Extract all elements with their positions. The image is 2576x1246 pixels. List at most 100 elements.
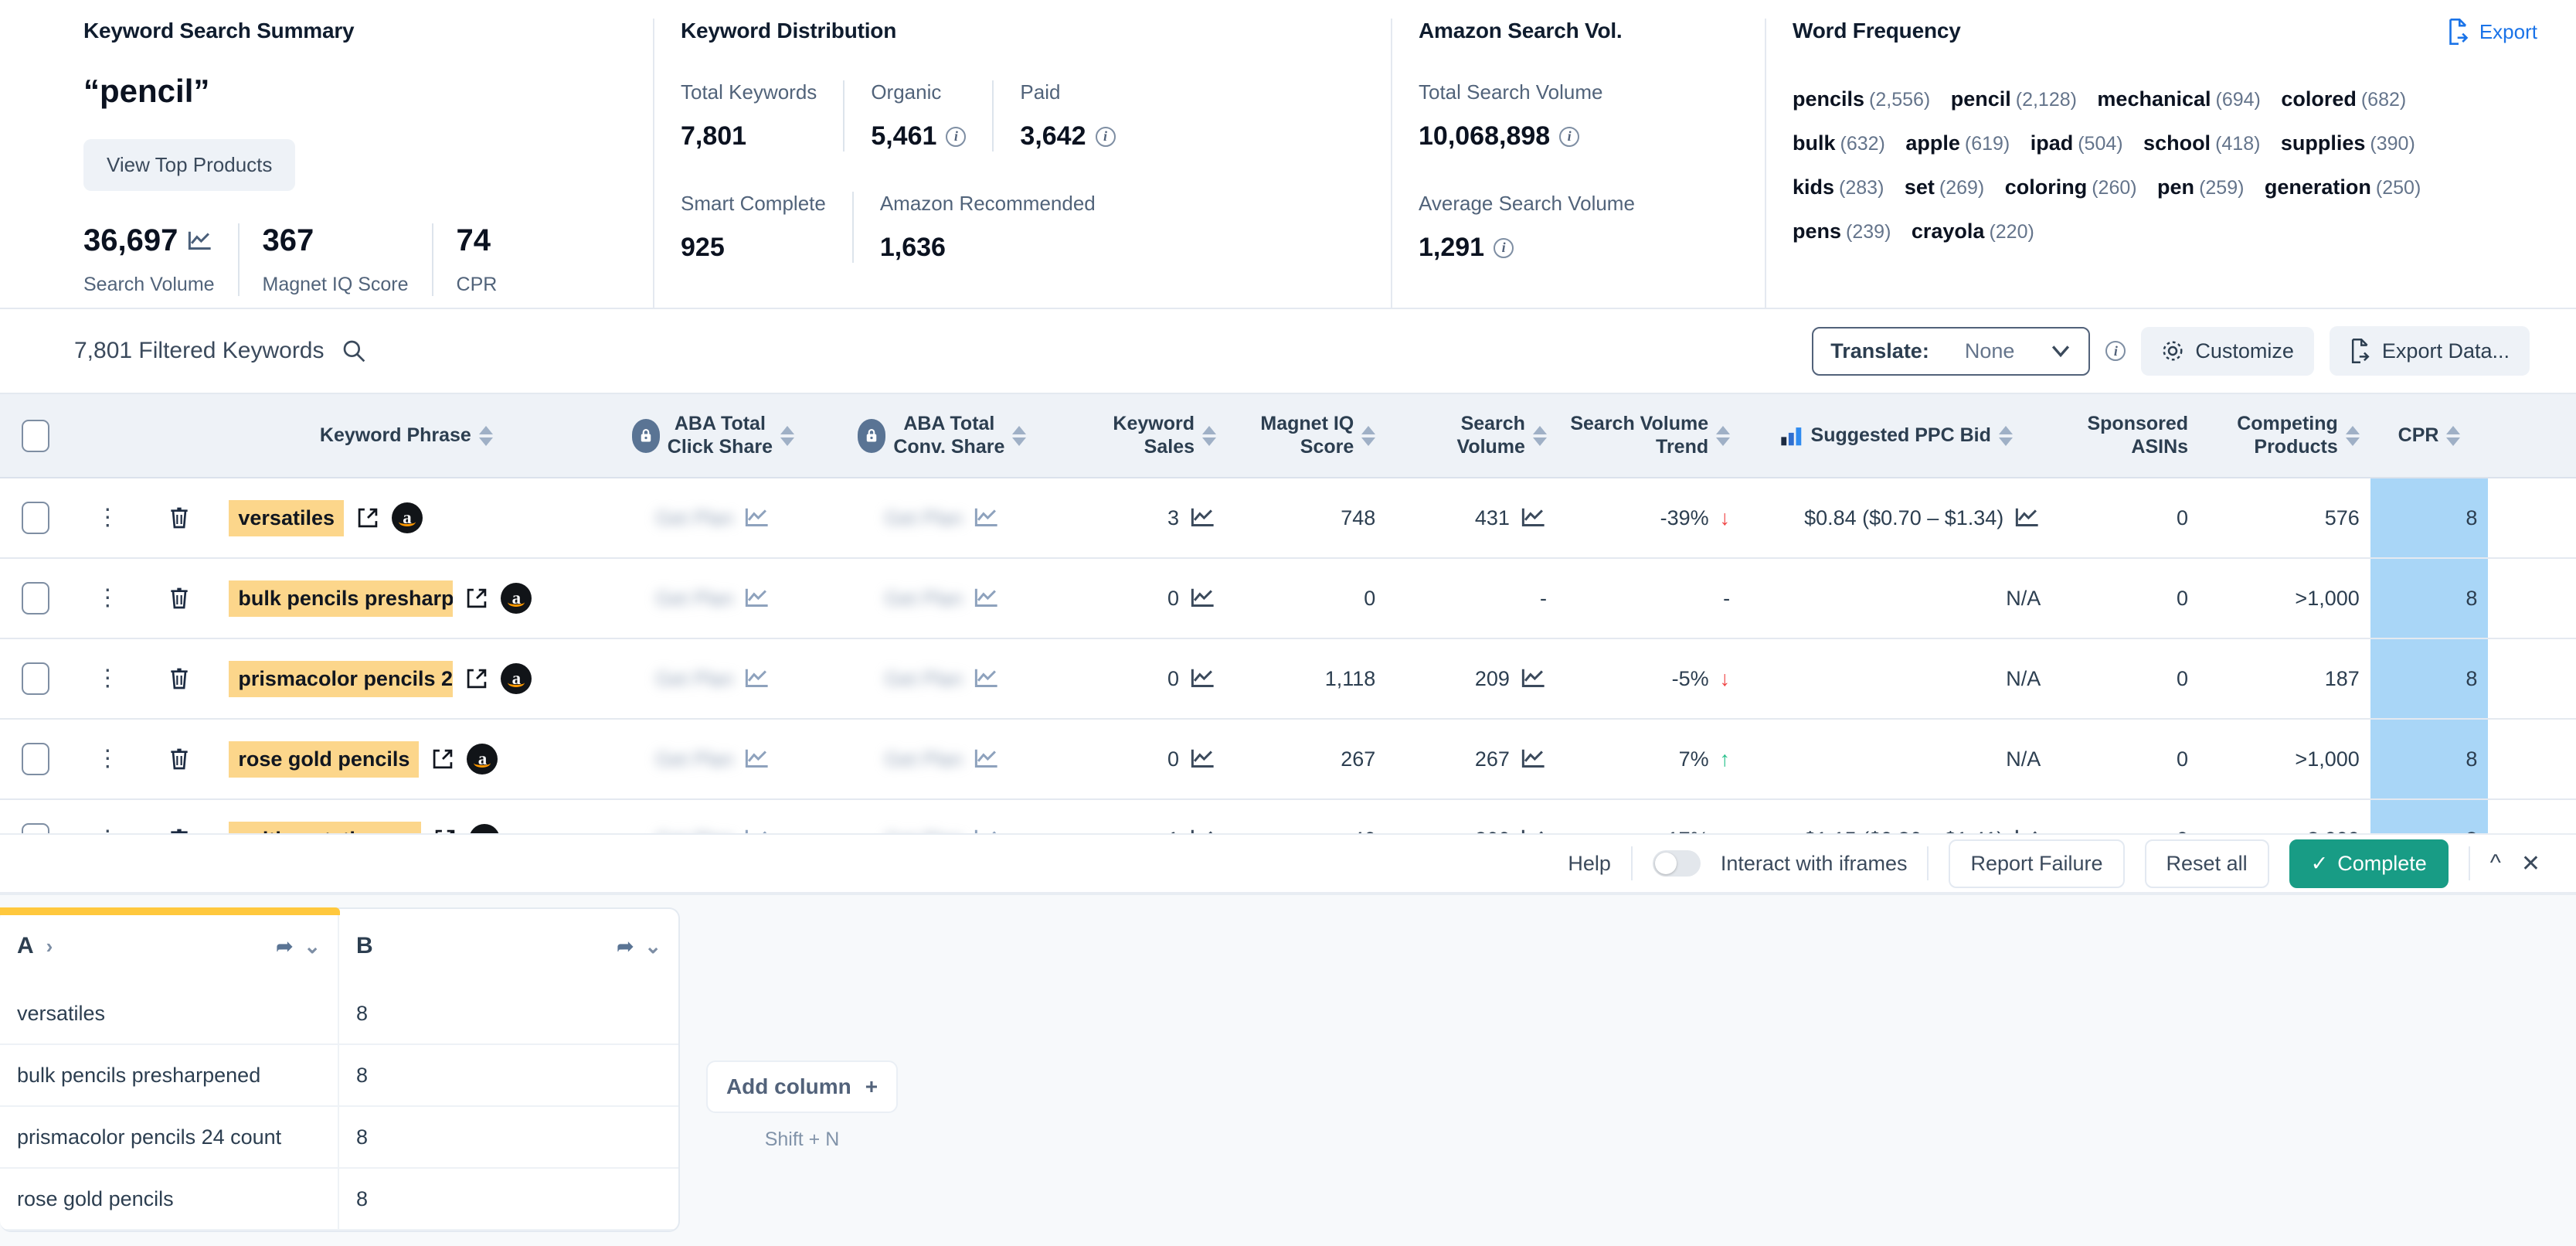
customize-button[interactable]: Customize bbox=[2141, 326, 2314, 376]
table-row[interactable]: ⋮ bulk pencils presharpened a Get Plan G… bbox=[0, 558, 2576, 639]
word-frequency-item[interactable]: pencil (2,128) bbox=[1951, 79, 2077, 123]
header-cpr[interactable]: CPR bbox=[2370, 394, 2489, 478]
keyword-chip[interactable]: prismacolor pencils 24 count bbox=[229, 660, 454, 697]
word-frequency-export-button[interactable]: Export bbox=[2447, 19, 2537, 45]
row-checkbox[interactable] bbox=[22, 582, 50, 614]
sparkline-icon[interactable] bbox=[974, 667, 1000, 690]
info-icon[interactable]: i bbox=[2105, 341, 2126, 361]
add-column-button[interactable]: Add column + bbox=[705, 1060, 899, 1113]
sort-icon[interactable] bbox=[780, 425, 794, 446]
spreadsheet-cell-a[interactable]: versatiles bbox=[0, 983, 339, 1045]
chevron-down-icon[interactable]: ⌄ bbox=[304, 934, 321, 958]
spreadsheet-column-a-header[interactable]: A › ➦ ⌄ bbox=[0, 909, 339, 983]
trash-icon[interactable] bbox=[168, 666, 191, 691]
word-frequency-item[interactable]: colored (682) bbox=[2281, 79, 2406, 123]
info-icon[interactable]: i bbox=[946, 126, 967, 147]
select-all-checkbox[interactable] bbox=[22, 419, 50, 452]
sort-icon[interactable] bbox=[1202, 425, 1217, 446]
amazon-icon[interactable]: a bbox=[501, 663, 532, 694]
header-search-volume[interactable]: Search Volume bbox=[1386, 394, 1558, 478]
sparkline-icon[interactable] bbox=[1521, 667, 1547, 690]
sort-icon[interactable] bbox=[1716, 425, 1731, 446]
cursor-icon[interactable]: ➦ bbox=[617, 934, 634, 958]
row-menu-icon[interactable]: ⋮ bbox=[90, 747, 124, 771]
sort-icon[interactable] bbox=[1361, 425, 1376, 446]
word-frequency-item[interactable]: set (269) bbox=[1905, 167, 1984, 211]
amazon-icon[interactable]: a bbox=[467, 744, 498, 774]
spreadsheet-cell-b[interactable]: 8 bbox=[339, 983, 678, 1045]
view-top-products-button[interactable]: View Top Products bbox=[83, 139, 296, 191]
table-row[interactable]: ⋮ versatiles a Get Plan Get Plan 3 748 4… bbox=[0, 478, 2576, 559]
sparkline-icon[interactable] bbox=[2014, 506, 2041, 529]
spreadsheet-cell-b[interactable]: 8 bbox=[339, 1045, 678, 1107]
row-checkbox[interactable] bbox=[22, 743, 50, 775]
sparkline-icon[interactable] bbox=[187, 230, 213, 253]
row-menu-icon[interactable]: ⋮ bbox=[90, 667, 124, 690]
complete-button[interactable]: ✓ Complete bbox=[2289, 839, 2449, 888]
sparkline-icon[interactable] bbox=[1190, 747, 1216, 771]
keyword-chip[interactable]: versatiles bbox=[229, 499, 344, 536]
translate-select[interactable]: Translate: None bbox=[1812, 326, 2091, 376]
help-link[interactable]: Help bbox=[1568, 852, 1611, 876]
open-external-icon[interactable] bbox=[356, 506, 379, 529]
header-magnet-iq-score[interactable]: Magnet IQ Score bbox=[1227, 394, 1387, 478]
row-menu-icon[interactable]: ⋮ bbox=[90, 587, 124, 610]
sparkline-icon[interactable] bbox=[1190, 667, 1216, 690]
sort-icon[interactable] bbox=[2446, 425, 2461, 446]
chevron-down-icon[interactable]: ⌄ bbox=[644, 934, 661, 958]
sort-icon[interactable] bbox=[1998, 425, 2013, 446]
sparkline-icon[interactable] bbox=[1521, 747, 1547, 771]
spreadsheet-column-b-header[interactable]: B ➦ ⌄ bbox=[339, 909, 678, 983]
table-row[interactable]: ⋮ prismacolor pencils 24 count a Get Pla… bbox=[0, 638, 2576, 720]
word-frequency-item[interactable]: mechanical (694) bbox=[2097, 79, 2260, 123]
sparkline-icon[interactable] bbox=[744, 747, 770, 771]
word-frequency-item[interactable]: pen (259) bbox=[2157, 167, 2244, 211]
word-frequency-item[interactable]: kids (283) bbox=[1793, 167, 1884, 211]
open-external-icon[interactable] bbox=[465, 667, 488, 690]
header-competing-products[interactable]: Competing Products bbox=[2199, 394, 2370, 478]
row-checkbox[interactable] bbox=[22, 662, 50, 695]
open-external-icon[interactable] bbox=[465, 587, 488, 610]
sparkline-icon[interactable] bbox=[744, 667, 770, 690]
reset-all-button[interactable]: Reset all bbox=[2144, 839, 2269, 888]
word-frequency-item[interactable]: generation (250) bbox=[2265, 167, 2421, 211]
header-aba-total-click-share[interactable]: ABA Total Click Share bbox=[597, 394, 829, 478]
sparkline-icon[interactable] bbox=[974, 747, 1000, 771]
amazon-icon[interactable]: a bbox=[501, 583, 532, 614]
spreadsheet-row[interactable]: rose gold pencils 8 bbox=[0, 1169, 678, 1231]
sort-icon[interactable] bbox=[2345, 425, 2360, 446]
spreadsheet-row[interactable]: prismacolor pencils 24 count 8 bbox=[0, 1107, 678, 1169]
word-frequency-item[interactable]: pens (239) bbox=[1793, 211, 1891, 255]
sparkline-icon[interactable] bbox=[974, 587, 1000, 610]
sparkline-icon[interactable] bbox=[1521, 506, 1547, 529]
word-frequency-item[interactable]: supplies (390) bbox=[2281, 123, 2415, 167]
word-frequency-item[interactable]: pencils (2,556) bbox=[1793, 79, 1930, 123]
trash-icon[interactable] bbox=[168, 586, 191, 611]
amazon-icon[interactable]: a bbox=[392, 502, 423, 533]
header-keyword-sales[interactable]: Keyword Sales bbox=[1055, 394, 1228, 478]
trash-icon[interactable] bbox=[168, 506, 191, 530]
word-frequency-item[interactable]: crayola (220) bbox=[1912, 211, 2034, 255]
interact-with-iframes-toggle[interactable] bbox=[1652, 850, 1701, 877]
spreadsheet-row[interactable]: bulk pencils presharpened 8 bbox=[0, 1045, 678, 1107]
info-icon[interactable]: i bbox=[1559, 126, 1580, 147]
header-aba-total-conv-share[interactable]: ABA Total Conv. Share bbox=[828, 394, 1056, 478]
sort-icon[interactable] bbox=[478, 425, 493, 446]
report-failure-button[interactable]: Report Failure bbox=[1949, 839, 2125, 888]
sort-icon[interactable] bbox=[1532, 425, 1547, 446]
header-suggested-ppc-bid[interactable]: Suggested PPC Bid bbox=[1741, 394, 2052, 478]
sort-icon[interactable] bbox=[1012, 425, 1027, 446]
sparkline-icon[interactable] bbox=[1190, 506, 1216, 529]
spreadsheet-cell-b[interactable]: 8 bbox=[339, 1107, 678, 1169]
close-icon[interactable]: ✕ bbox=[2521, 850, 2540, 877]
spreadsheet-cell-b[interactable]: 8 bbox=[339, 1169, 678, 1231]
open-external-icon[interactable] bbox=[431, 747, 454, 771]
spreadsheet-cell-a[interactable]: rose gold pencils bbox=[0, 1169, 339, 1231]
word-frequency-item[interactable]: ipad (504) bbox=[2031, 123, 2123, 167]
row-menu-icon[interactable]: ⋮ bbox=[90, 506, 124, 529]
sparkline-icon[interactable] bbox=[1190, 587, 1216, 610]
table-row[interactable]: ⋮ rose gold pencils a Get Plan Get Plan … bbox=[0, 719, 2576, 800]
sparkline-icon[interactable] bbox=[744, 587, 770, 610]
word-frequency-item[interactable]: bulk (632) bbox=[1793, 123, 1885, 167]
word-frequency-item[interactable]: apple (619) bbox=[1905, 123, 2010, 167]
